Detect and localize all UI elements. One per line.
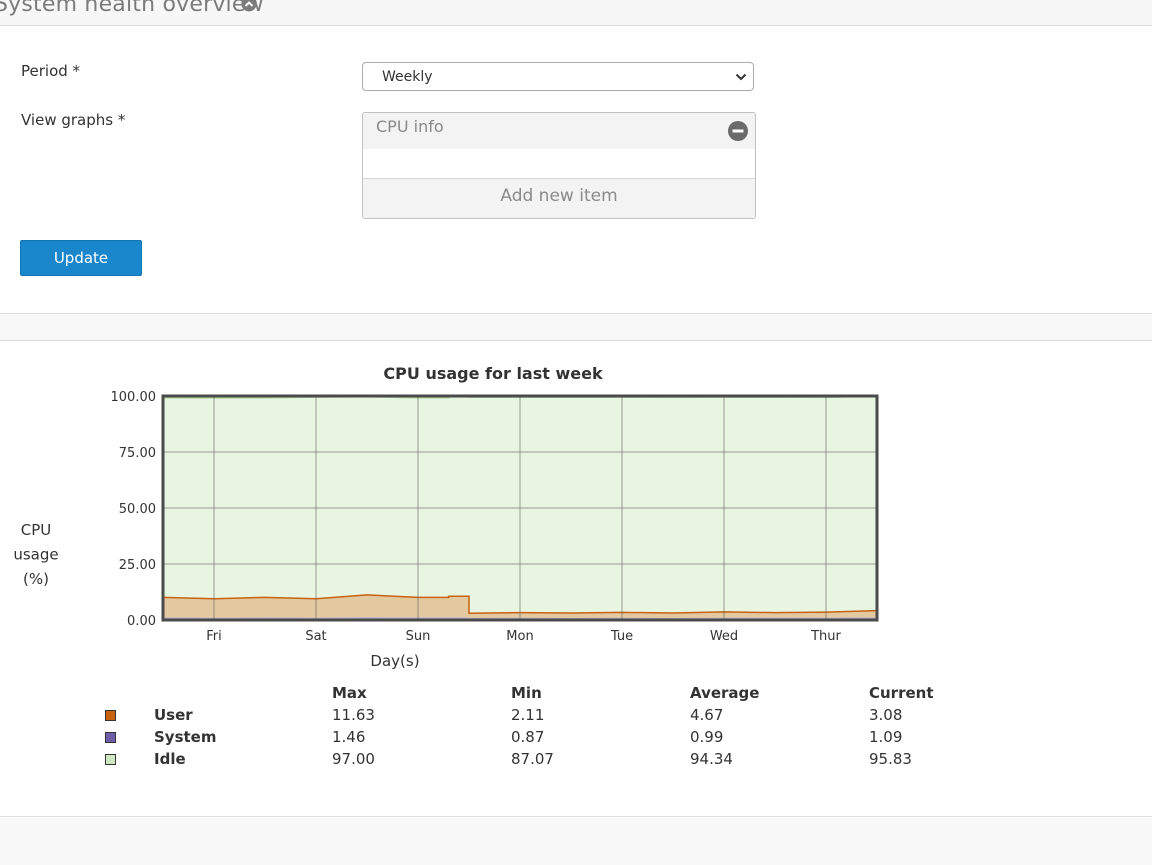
period-select[interactable]: Weekly xyxy=(362,62,754,91)
graph-item-label: CPU info xyxy=(376,117,444,136)
legend-value: 97.00 xyxy=(332,750,375,768)
y-tick-label: 100.00 xyxy=(111,390,157,405)
x-tick-label: Tue xyxy=(610,629,633,644)
x-tick-label: Sun xyxy=(406,629,431,644)
view-graphs-list: CPU info Add new item xyxy=(362,112,756,219)
x-axis-label: Day(s) xyxy=(370,652,419,670)
x-tick-label: Sat xyxy=(305,629,326,644)
y-axis-label: CPU usage (%) xyxy=(13,521,58,588)
collapse-toggle-icon[interactable] xyxy=(241,0,257,12)
legend-column-header: Min xyxy=(511,684,542,702)
period-label: Period * xyxy=(21,62,81,80)
page-header: System health overview xyxy=(0,0,1152,26)
y-tick-label: 50.00 xyxy=(119,502,156,517)
page-title: System health overview xyxy=(0,0,264,17)
form-section: Period * Weekly View graphs * CPU info A… xyxy=(0,26,1152,314)
stats-legend-table: Max Min Average Current User 11.63 2.11 4.67 3.0… xyxy=(0,682,1152,782)
legend-value: 1.46 xyxy=(332,728,366,746)
legend-swatch xyxy=(105,710,116,721)
legend-column-header: Current xyxy=(869,684,934,702)
y-axis-label-line: CPU xyxy=(21,521,52,539)
legend-value: 95.83 xyxy=(869,750,912,768)
legend-series-name: System xyxy=(154,728,217,746)
legend-series-name: Idle xyxy=(154,750,186,768)
add-new-item-label: Add new item xyxy=(500,186,618,206)
y-tick-label: 75.00 xyxy=(119,446,156,461)
legend-series-name: User xyxy=(154,706,193,724)
legend-value: 4.67 xyxy=(690,706,724,724)
remove-item-icon[interactable] xyxy=(728,121,748,141)
y-axis-label-line: (%) xyxy=(23,570,49,588)
period-select-value: Weekly xyxy=(382,69,433,85)
view-graphs-label: View graphs * xyxy=(21,111,126,129)
x-tick-label: Fri xyxy=(206,629,222,644)
add-new-item-button[interactable]: Add new item xyxy=(363,178,755,218)
y-tick-label: 0.00 xyxy=(127,614,156,629)
y-axis-label-line: usage xyxy=(13,546,58,564)
legend-value: 0.99 xyxy=(690,728,724,746)
update-button[interactable]: Update xyxy=(20,240,142,276)
legend-value: 11.63 xyxy=(332,706,375,724)
chevron-down-icon xyxy=(735,73,747,81)
y-tick-label: 25.00 xyxy=(119,558,156,573)
legend-value: 2.11 xyxy=(511,706,545,724)
list-item: CPU info xyxy=(363,113,755,149)
x-tick-label: Wed xyxy=(710,629,738,644)
legend-value: 0.87 xyxy=(511,728,545,746)
cpu-usage-chart: CPU usage for last week CPU usage (%) 100.… xyxy=(13,364,879,670)
x-tick-label: Mon xyxy=(506,629,533,644)
footer-band xyxy=(0,818,1152,865)
section-divider xyxy=(0,315,1152,341)
legend-swatch xyxy=(105,732,116,743)
x-tick-label: Thur xyxy=(810,629,841,644)
legend-value: 94.34 xyxy=(690,750,733,768)
legend-swatch xyxy=(105,754,116,765)
graph-section: CPU usage for last week CPU usage (%) 100.… xyxy=(0,342,1152,817)
legend-value: 87.07 xyxy=(511,750,554,768)
legend-value: 1.09 xyxy=(869,728,903,746)
chart-title: CPU usage for last week xyxy=(383,364,603,383)
legend-column-header: Average xyxy=(690,684,760,702)
legend-value: 3.08 xyxy=(869,706,903,724)
legend-column-header: Max xyxy=(332,684,367,702)
